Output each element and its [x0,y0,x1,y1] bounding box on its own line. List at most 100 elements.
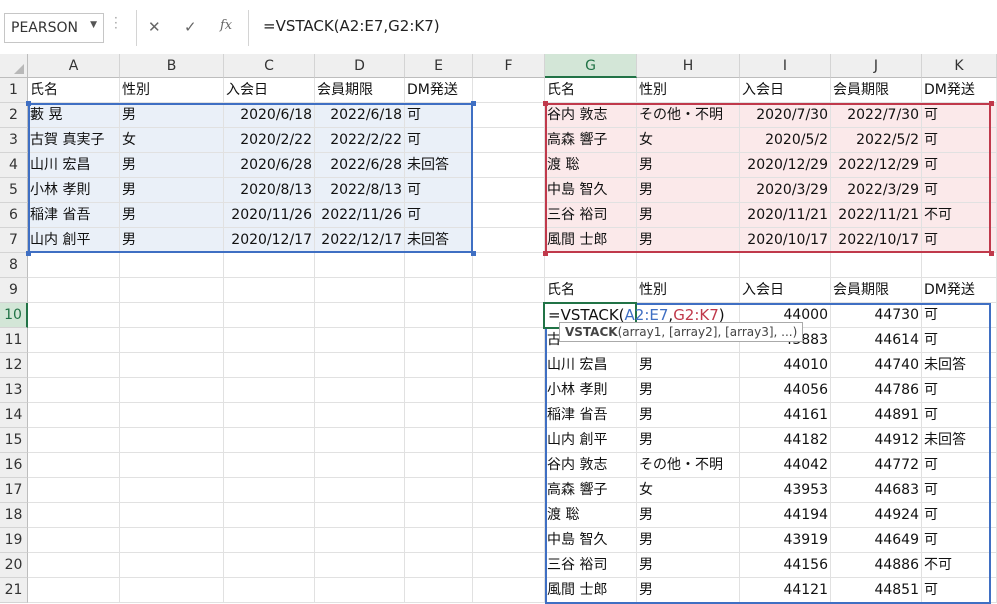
cell-e3[interactable]: 可 [405,128,473,153]
cell-e12[interactable] [405,353,473,378]
cell-j5[interactable]: 2022/3/29 [831,178,922,203]
row-header-2[interactable]: 2 [0,103,28,128]
cell-c2[interactable]: 2020/6/18 [224,103,315,128]
cell-a1[interactable]: 氏名 [28,78,120,103]
cell-c16[interactable] [224,453,315,478]
cell-e17[interactable] [405,478,473,503]
cell-a10[interactable] [28,303,120,328]
cell-j1[interactable]: 会員期限 [831,78,922,103]
cell-b12[interactable] [120,353,224,378]
cell-i18[interactable]: 44194 [740,503,831,528]
cell-a21[interactable] [28,578,120,603]
cell-j15[interactable]: 44912 [831,428,922,453]
cell-f6[interactable] [473,203,545,228]
cell-k7[interactable]: 可 [922,228,997,253]
cell-j9[interactable]: 会員期限 [831,278,922,303]
column-header-a[interactable]: A [28,54,120,78]
range-handle[interactable] [26,251,31,256]
cell-a9[interactable] [28,278,120,303]
cell-j14[interactable]: 44891 [831,403,922,428]
cell-b4[interactable]: 男 [120,153,224,178]
cell-e8[interactable] [405,253,473,278]
cell-e7[interactable]: 未回答 [405,228,473,253]
cell-g13[interactable]: 小林 孝則 [545,378,637,403]
row-header-5[interactable]: 5 [0,178,28,203]
cell-f15[interactable] [473,428,545,453]
cell-k9[interactable]: DM発送 [922,278,997,303]
cell-d20[interactable] [315,553,405,578]
cell-f21[interactable] [473,578,545,603]
cell-b16[interactable] [120,453,224,478]
cell-f8[interactable] [473,253,545,278]
column-header-k[interactable]: K [922,54,997,78]
cell-g7[interactable]: 風間 士郎 [545,228,637,253]
cell-g18[interactable]: 渡 聡 [545,503,637,528]
cell-f2[interactable] [473,103,545,128]
cell-j20[interactable]: 44886 [831,553,922,578]
cell-a17[interactable] [28,478,120,503]
cell-k2[interactable]: 可 [922,103,997,128]
cell-a19[interactable] [28,528,120,553]
cell-a5[interactable]: 小林 孝則 [28,178,120,203]
cell-c13[interactable] [224,378,315,403]
cell-i4[interactable]: 2020/12/29 [740,153,831,178]
cell-c5[interactable]: 2020/8/13 [224,178,315,203]
cell-h16[interactable]: その他・不明 [637,453,740,478]
cell-j7[interactable]: 2022/10/17 [831,228,922,253]
cell-h17[interactable]: 女 [637,478,740,503]
cell-h6[interactable]: 男 [637,203,740,228]
cell-f3[interactable] [473,128,545,153]
cell-a18[interactable] [28,503,120,528]
cell-k14[interactable]: 可 [922,403,997,428]
chevron-down-icon[interactable]: ▼ [90,20,97,30]
cell-e19[interactable] [405,528,473,553]
cell-h21[interactable]: 男 [637,578,740,603]
range-handle[interactable] [989,101,994,106]
cell-f1[interactable] [473,78,545,103]
cell-k19[interactable]: 可 [922,528,997,553]
cell-f10[interactable] [473,303,545,328]
cell-k5[interactable]: 可 [922,178,997,203]
cell-d15[interactable] [315,428,405,453]
cell-i17[interactable]: 43953 [740,478,831,503]
cell-d14[interactable] [315,403,405,428]
row-header-10[interactable]: 10 [0,303,28,328]
cell-h15[interactable]: 男 [637,428,740,453]
cell-b5[interactable]: 男 [120,178,224,203]
cell-f5[interactable] [473,178,545,203]
tooltip-function-name[interactable]: VSTACK [565,325,618,339]
cell-f7[interactable] [473,228,545,253]
row-header-6[interactable]: 6 [0,203,28,228]
cell-d5[interactable]: 2022/8/13 [315,178,405,203]
column-header-c[interactable]: C [224,54,315,78]
cell-b9[interactable] [120,278,224,303]
cell-d16[interactable] [315,453,405,478]
cell-g21[interactable]: 風間 士郎 [545,578,637,603]
cell-c4[interactable]: 2020/6/28 [224,153,315,178]
cell-c20[interactable] [224,553,315,578]
cell-d8[interactable] [315,253,405,278]
cell-k1[interactable]: DM発送 [922,78,997,103]
cell-j17[interactable]: 44683 [831,478,922,503]
cell-c19[interactable] [224,528,315,553]
cell-c10[interactable] [224,303,315,328]
cell-g19[interactable]: 中島 智久 [545,528,637,553]
cell-h12[interactable]: 男 [637,353,740,378]
name-box[interactable]: PEARSON ▼ [4,13,104,43]
cell-f16[interactable] [473,453,545,478]
cell-a11[interactable] [28,328,120,353]
cell-b19[interactable] [120,528,224,553]
cell-i20[interactable]: 44156 [740,553,831,578]
row-header-13[interactable]: 13 [0,378,28,403]
cell-i13[interactable]: 44056 [740,378,831,403]
cell-f12[interactable] [473,353,545,378]
range-handle[interactable] [26,101,31,106]
cell-j16[interactable]: 44772 [831,453,922,478]
cell-e2[interactable]: 可 [405,103,473,128]
cell-i7[interactable]: 2020/10/17 [740,228,831,253]
more-options-icon[interactable]: · · · [114,12,118,34]
cell-h18[interactable]: 男 [637,503,740,528]
cell-i5[interactable]: 2020/3/29 [740,178,831,203]
cell-b11[interactable] [120,328,224,353]
cell-g9[interactable]: 氏名 [545,278,637,303]
